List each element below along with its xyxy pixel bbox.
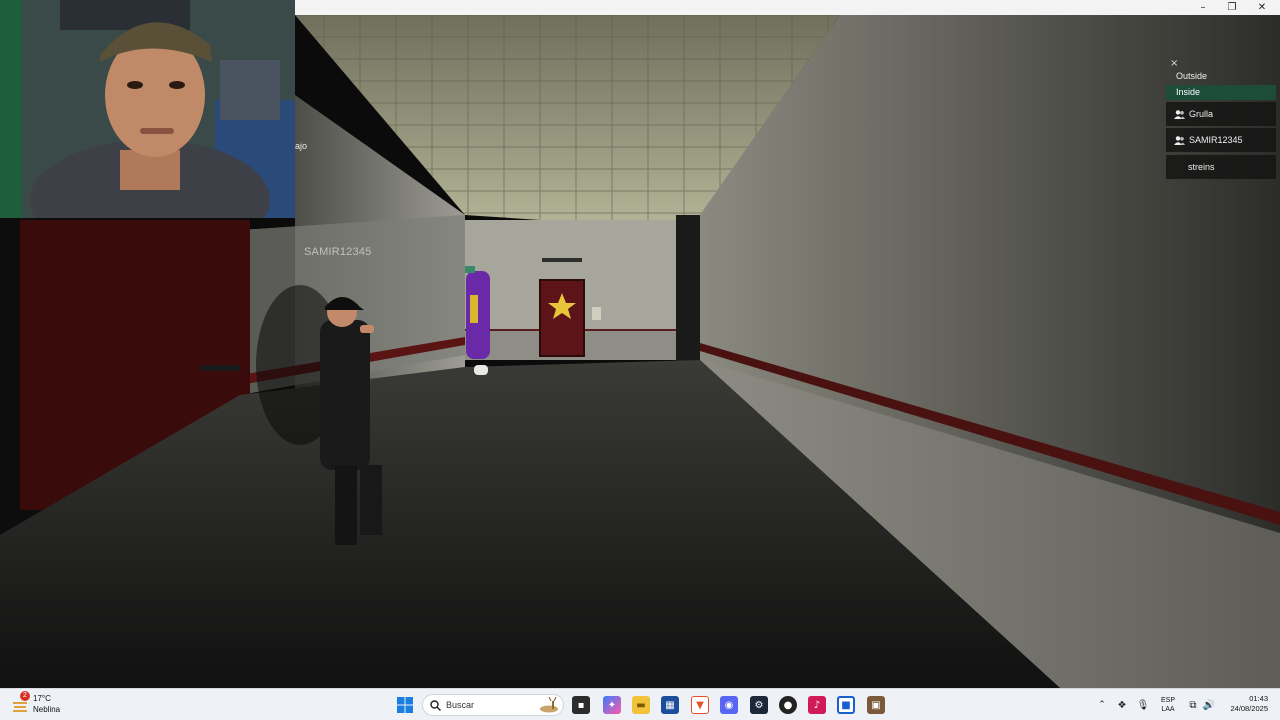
clock-time: 01:43 bbox=[1249, 694, 1268, 703]
people-icon bbox=[1174, 135, 1185, 145]
task-view-icon[interactable]: ▪ bbox=[572, 696, 590, 714]
option-inside[interactable]: Inside bbox=[1166, 85, 1276, 100]
player-name: Grulla bbox=[1189, 109, 1214, 119]
chevron-up-icon[interactable]: ⌃ bbox=[1093, 696, 1111, 714]
weather-condition: Neblina bbox=[33, 705, 61, 714]
close-menu-button[interactable]: × bbox=[1170, 58, 1178, 69]
maximize-button[interactable]: ❐ bbox=[1218, 0, 1246, 15]
volume-icon[interactable]: 🔊 bbox=[1200, 696, 1218, 714]
discord-icon[interactable]: ◉ bbox=[720, 696, 738, 714]
brave-icon[interactable]: ▼ bbox=[691, 696, 709, 714]
people-icon bbox=[1174, 109, 1185, 119]
weather-widget[interactable]: 2 17°C Neblina bbox=[12, 691, 72, 717]
star-door bbox=[539, 279, 585, 357]
obs-icon[interactable]: ● bbox=[779, 696, 797, 714]
player-nametag: SAMIR12345 bbox=[304, 246, 372, 258]
language-line2: LAA bbox=[1161, 706, 1175, 713]
system-clock[interactable]: 01:43 24/08/2025 bbox=[1222, 694, 1268, 714]
player-name: streins bbox=[1188, 162, 1215, 172]
store-icon[interactable]: ▦ bbox=[661, 696, 679, 714]
chat-text-fragment: ajo bbox=[295, 141, 308, 151]
taskbar-search[interactable]: Buscar bbox=[422, 694, 564, 716]
windows-logo-icon bbox=[397, 697, 413, 713]
copilot-icon[interactable]: ✦ bbox=[603, 696, 621, 714]
clock-date: 24/08/2025 bbox=[1230, 704, 1268, 713]
streamer-face-image bbox=[0, 0, 295, 218]
minimize-button[interactable]: – bbox=[1189, 0, 1217, 15]
tiktok-icon[interactable]: ♪ bbox=[808, 696, 826, 714]
language-line1: ESP bbox=[1160, 697, 1175, 704]
tray-app-icon[interactable]: ❖ bbox=[1113, 696, 1131, 714]
microphone-icon[interactable]: 🎙 bbox=[1134, 696, 1152, 714]
windows-taskbar: 2 17°C Neblina Buscar ▪ ✦ ▬ ▦ ▼ ◉ ⚙ ● ♪ … bbox=[0, 688, 1280, 720]
close-window-button[interactable]: ✕ bbox=[1248, 0, 1276, 15]
file-explorer-icon[interactable]: ▬ bbox=[632, 696, 650, 714]
player-item-samir12345[interactable]: SAMIR12345 bbox=[1166, 128, 1276, 152]
weather-temp: 17°C bbox=[33, 694, 51, 703]
notification-badge: 2 bbox=[20, 691, 30, 701]
webcam-overlay bbox=[0, 0, 295, 218]
search-icon bbox=[430, 700, 441, 711]
steam-icon[interactable]: ⚙ bbox=[750, 696, 768, 714]
option-outside[interactable]: Outside bbox=[1166, 69, 1276, 84]
player-item-grulla[interactable]: Grulla bbox=[1166, 102, 1276, 126]
app-icon[interactable]: ■ bbox=[837, 696, 855, 714]
search-placeholder: Buscar bbox=[446, 700, 475, 710]
start-button[interactable] bbox=[396, 696, 414, 714]
player-name: SAMIR12345 bbox=[1189, 135, 1243, 145]
language-indicator[interactable]: ESP LAA bbox=[1158, 696, 1178, 714]
roblox-icon[interactable]: ▣ bbox=[867, 696, 885, 714]
player-item-streins[interactable]: streins bbox=[1166, 155, 1276, 179]
deer-icon bbox=[540, 697, 558, 713]
